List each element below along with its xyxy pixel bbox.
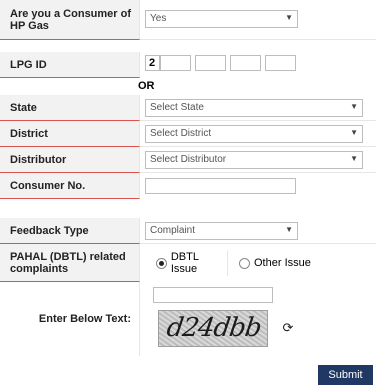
- lpg-digit-1[interactable]: 2: [145, 55, 160, 71]
- feedback-type-select[interactable]: Complaint ▼: [145, 222, 298, 240]
- lpg-id-cell: 2: [140, 52, 376, 78]
- captcha-image-text: d24dbb: [164, 313, 263, 343]
- consumer-no-label-text: Consumer No.: [10, 179, 86, 192]
- lpg-digit-4[interactable]: [230, 55, 261, 71]
- lpg-id-label: LPG ID: [0, 52, 140, 78]
- radio-dot-empty-icon: [239, 257, 250, 269]
- lpg-id-label-text: LPG ID: [10, 58, 47, 71]
- consumer-no-input[interactable]: [145, 178, 296, 194]
- district-select[interactable]: Select District ▼: [145, 125, 363, 143]
- chevron-down-icon: ▼: [350, 154, 358, 163]
- consumer-label-text: Are you a Consumer of HP Gas: [10, 7, 132, 32]
- feedback-type-label-text: Feedback Type: [10, 224, 89, 237]
- distributor-cell: Select Distributor ▼: [140, 147, 376, 173]
- district-label-text: District: [10, 127, 48, 140]
- pahal-label-text: PAHAL (DBTL) related complaints: [10, 250, 126, 275]
- state-cell: Select State ▼: [140, 95, 376, 121]
- pahal-label: PAHAL (DBTL) related complaints: [0, 244, 140, 282]
- distributor-select[interactable]: Select Distributor ▼: [145, 151, 363, 169]
- district-label: District: [0, 121, 140, 147]
- state-select[interactable]: Select State ▼: [145, 99, 363, 117]
- radio-other-issue[interactable]: Other Issue: [229, 250, 319, 276]
- chevron-down-icon: ▼: [285, 13, 293, 22]
- distributor-label: Distributor: [0, 147, 140, 173]
- state-select-value: Select State: [150, 102, 204, 113]
- radio-dot-selected-icon: [156, 257, 167, 269]
- radio-dbtl-issue[interactable]: DBTL Issue: [150, 250, 228, 276]
- radio-other-issue-label: Other Issue: [254, 257, 311, 269]
- feedback-type-cell: Complaint ▼: [140, 218, 376, 244]
- consumer-no-cell: [140, 173, 376, 199]
- lpg-digit-2[interactable]: [160, 55, 191, 71]
- chevron-down-icon: ▼: [350, 128, 358, 137]
- captcha-image: d24dbb: [158, 310, 268, 347]
- consumer-value-cell: Yes ▼: [140, 0, 376, 40]
- chevron-down-icon: ▼: [350, 102, 358, 111]
- state-label: State: [0, 95, 140, 121]
- consumer-select-value: Yes: [150, 13, 167, 24]
- feedback-type-label: Feedback Type: [0, 218, 140, 244]
- state-label-text: State: [10, 101, 37, 114]
- consumer-select[interactable]: Yes ▼: [145, 10, 298, 28]
- submit-button[interactable]: Submit: [318, 365, 373, 385]
- radio-dbtl-issue-label: DBTL Issue: [170, 251, 199, 275]
- lpg-digit-3[interactable]: [195, 55, 226, 71]
- distributor-label-text: Distributor: [10, 153, 67, 166]
- consumer-no-label: Consumer No.: [0, 173, 140, 199]
- consumer-label: Are you a Consumer of HP Gas: [0, 0, 140, 40]
- lpg-digit-5[interactable]: [265, 55, 296, 71]
- district-select-value: Select District: [150, 128, 212, 139]
- captcha-label: Enter Below Text:: [0, 282, 140, 356]
- or-separator: OR: [138, 80, 155, 92]
- refresh-icon[interactable]: ⟳: [280, 320, 296, 336]
- captcha-input[interactable]: [153, 287, 273, 303]
- captcha-label-text: Enter Below Text:: [38, 313, 131, 325]
- district-cell: Select District ▼: [140, 121, 376, 147]
- chevron-down-icon: ▼: [285, 225, 293, 234]
- distributor-select-value: Select Distributor: [150, 154, 227, 165]
- feedback-type-select-value: Complaint: [150, 225, 196, 236]
